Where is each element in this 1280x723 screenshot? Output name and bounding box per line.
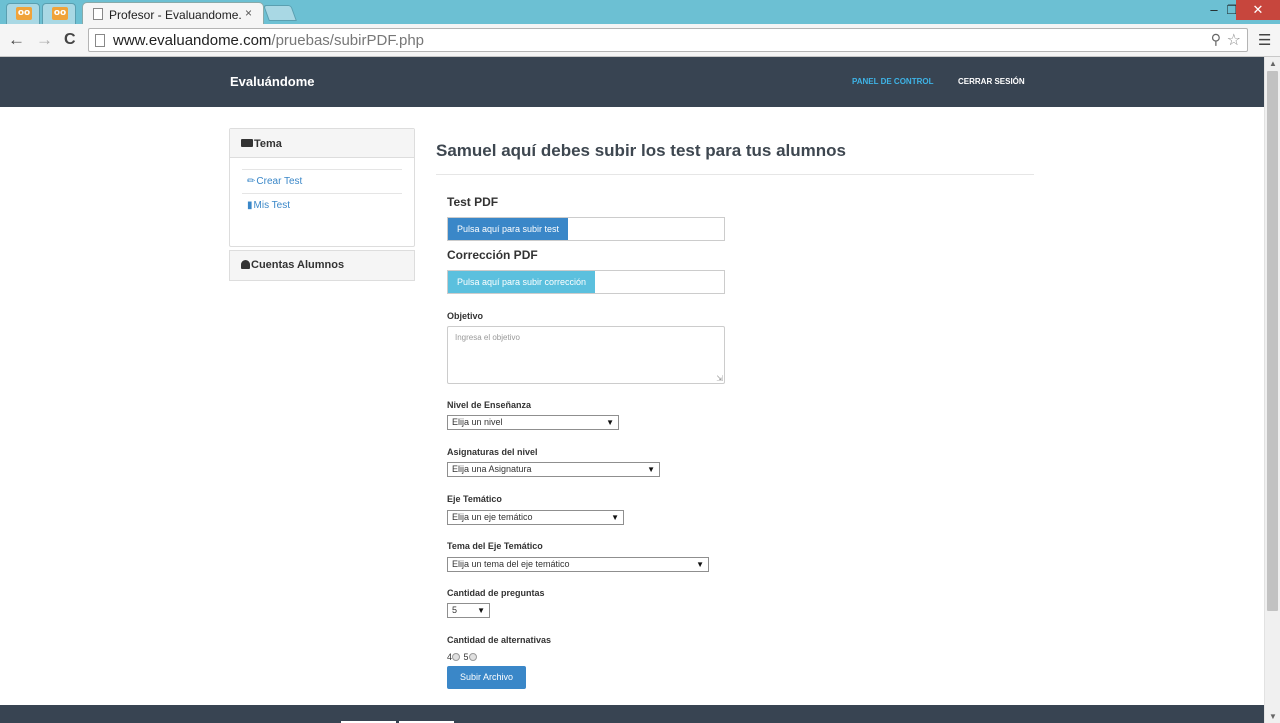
star-icon[interactable]: ☆ xyxy=(1227,30,1241,50)
dropdown-arrow-icon: ▼ xyxy=(477,606,485,615)
tab-close-icon[interactable]: × xyxy=(245,6,252,20)
test-pdf-file-input[interactable]: Pulsa aquí para subir test xyxy=(447,217,725,241)
asignatura-select-value: Elija una Asignatura xyxy=(452,464,532,474)
upload-test-button[interactable]: Pulsa aquí para subir test xyxy=(448,218,569,240)
sidebar-item-crear-test[interactable]: ✏Crear Test xyxy=(242,169,402,193)
tab-title: Profesor - Evaluandome.c xyxy=(109,8,241,22)
page-title: Samuel aquí debes subir los test para tu… xyxy=(436,141,847,160)
correccion-pdf-file-input[interactable]: Pulsa aquí para subir corrección xyxy=(447,270,725,294)
sidebar-item-label: Crear Test xyxy=(256,176,303,187)
radio-label-5: 5 xyxy=(463,652,469,662)
alternativas-label: Cantidad de alternativas xyxy=(447,635,552,645)
url-host: www.evaluandome.com xyxy=(113,32,272,49)
url-text: www.evaluandome.com/pruebas/subirPDF.php xyxy=(113,32,424,49)
dropdown-arrow-icon: ▼ xyxy=(647,465,655,474)
resize-grip-icon[interactable]: ⇲ xyxy=(716,375,723,383)
forward-icon[interactable]: → xyxy=(36,30,53,50)
address-bar[interactable]: www.evaluandome.com/pruebas/subirPDF.php… xyxy=(88,28,1248,52)
scrollbar-thumb[interactable] xyxy=(1267,71,1278,611)
tema-eje-select[interactable]: Elija un tema del eje temático ▼ xyxy=(447,557,709,572)
owl-favicon-icon: oo xyxy=(16,7,32,20)
back-icon[interactable]: ← xyxy=(8,30,25,50)
preguntas-select[interactable]: 5 ▼ xyxy=(447,603,490,618)
eje-select[interactable]: Elija un eje temático ▼ xyxy=(447,510,624,525)
zoom-icon[interactable]: ⚲ xyxy=(1211,31,1221,48)
folder-icon xyxy=(241,139,253,147)
site-footer xyxy=(0,705,1264,723)
tema-eje-label: Tema del Eje Temático xyxy=(447,541,543,551)
scroll-down-icon[interactable]: ▼ xyxy=(1269,712,1277,721)
objetivo-placeholder: Ingresa el objetivo xyxy=(455,333,520,342)
dropdown-arrow-icon: ▼ xyxy=(606,418,614,427)
nivel-select[interactable]: Elija un nivel ▼ xyxy=(447,415,619,430)
sidebar-cuentas-label: Cuentas Alumnos xyxy=(251,259,345,271)
upload-correccion-button[interactable]: Pulsa aquí para subir corrección xyxy=(448,271,596,293)
asignatura-select[interactable]: Elija una Asignatura ▼ xyxy=(447,462,660,477)
active-tab[interactable]: Profesor - Evaluandome.c × xyxy=(82,2,264,24)
close-window-button[interactable]: ✕ xyxy=(1236,0,1280,20)
test-pdf-label: Test PDF xyxy=(447,195,499,209)
alternativas-radio-group: 4 5 xyxy=(447,652,478,662)
minimize-button[interactable]: – xyxy=(1204,0,1224,20)
radio-4[interactable] xyxy=(452,653,461,661)
nav-link-cerrar-sesion[interactable]: CERRAR SESIÓN xyxy=(958,77,1025,86)
pinned-tab-1[interactable]: oo xyxy=(6,3,40,24)
objetivo-textarea[interactable]: Ingresa el objetivo ⇲ xyxy=(447,326,725,384)
new-tab-button[interactable] xyxy=(263,5,297,21)
eje-select-value: Elija un eje temático xyxy=(452,512,533,522)
preguntas-select-value: 5 xyxy=(452,605,458,615)
dropdown-arrow-icon: ▼ xyxy=(696,560,704,569)
objetivo-label: Objetivo xyxy=(447,311,484,321)
pinned-tab-2[interactable]: oo xyxy=(42,3,76,24)
address-toolbar: ← → C www.evaluandome.com/pruebas/subirP… xyxy=(0,24,1280,57)
correccion-pdf-label: Corrección PDF xyxy=(447,248,538,262)
sidebar-tema-panel: Tema ✏Crear Test ▮Mis Test xyxy=(229,128,415,247)
radio-5[interactable] xyxy=(468,653,477,661)
title-divider xyxy=(436,174,1034,175)
dropdown-arrow-icon: ▼ xyxy=(611,513,619,522)
page-scrollbar[interactable]: ▲ ▼ xyxy=(1264,57,1280,723)
sidebar-tema-heading[interactable]: Tema xyxy=(230,129,414,158)
nivel-label: Nivel de Enseñanza xyxy=(447,400,532,410)
nivel-select-value: Elija un nivel xyxy=(452,417,503,427)
url-path: /pruebas/subirPDF.php xyxy=(271,32,425,49)
page-icon xyxy=(95,34,105,47)
sidebar-cuentas-alumnos[interactable]: Cuentas Alumnos xyxy=(229,250,415,281)
nav-link-panel-de-control[interactable]: PANEL DE CONTROL xyxy=(852,77,933,86)
site-navbar: Evaluándome PANEL DE CONTROL CERRAR SESI… xyxy=(0,57,1264,107)
sidebar-item-mis-test[interactable]: ▮Mis Test xyxy=(242,193,402,217)
browser-tab-strip: oo oo Profesor - Evaluandome.c × – ❐ ✕ xyxy=(0,0,1280,24)
subir-archivo-button[interactable]: Subir Archivo xyxy=(447,666,526,689)
owl-favicon-icon: oo xyxy=(52,7,68,20)
hamburger-menu-icon[interactable]: ☰ xyxy=(1258,31,1271,49)
preguntas-label: Cantidad de preguntas xyxy=(447,588,545,598)
pencil-icon: ✏ xyxy=(247,176,256,187)
sidebar-tema-label: Tema xyxy=(254,138,282,150)
brand-logo[interactable]: Evaluándome xyxy=(230,74,315,89)
file-icon: ▮ xyxy=(247,200,253,211)
reload-icon[interactable]: C xyxy=(64,30,76,50)
page-viewport: Evaluándome PANEL DE CONTROL CERRAR SESI… xyxy=(0,57,1264,723)
scroll-up-icon[interactable]: ▲ xyxy=(1269,59,1277,68)
asignatura-label: Asignaturas del nivel xyxy=(447,447,538,457)
sidebar-item-label: Mis Test xyxy=(253,200,291,211)
tema-eje-select-value: Elija un tema del eje temático xyxy=(452,559,570,569)
page-icon xyxy=(93,8,103,20)
eje-label: Eje Temático xyxy=(447,494,502,504)
user-icon xyxy=(241,260,250,269)
